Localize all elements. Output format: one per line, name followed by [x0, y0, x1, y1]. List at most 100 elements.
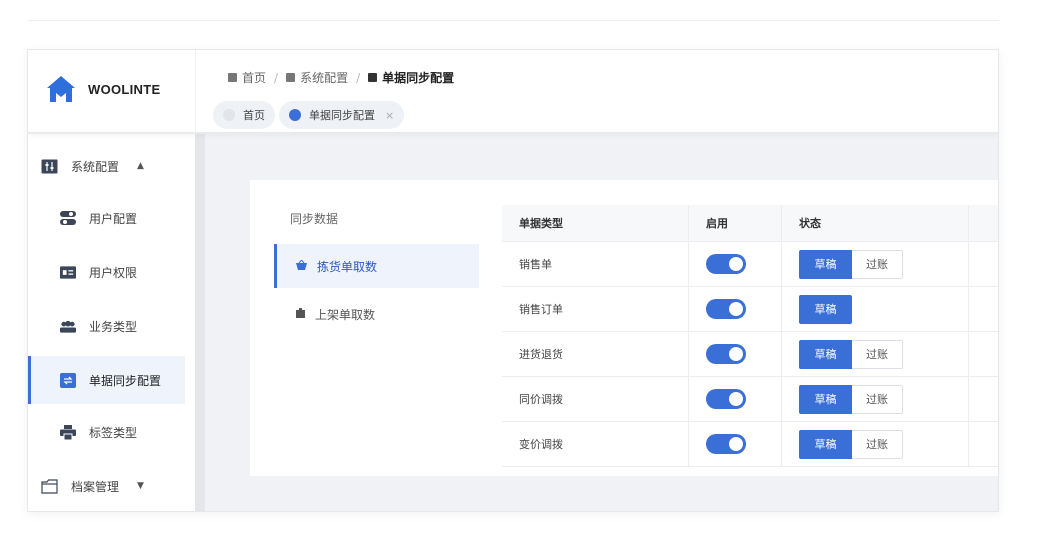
sync-nav-item-picking[interactable]: 拣货单取数	[274, 244, 479, 288]
folder-icon	[41, 478, 58, 494]
sidebar-item-user-permission[interactable]: 用户权限	[28, 248, 185, 296]
sidebar-item-label: 用户权限	[89, 265, 138, 280]
toggle-knob	[729, 437, 743, 451]
house-logo-icon	[47, 76, 75, 102]
enabled-cell	[689, 332, 782, 376]
tab-label: 首页	[243, 109, 265, 122]
status-cell: 草稿 过账	[782, 377, 969, 421]
column-header-status[interactable]: 状态	[782, 205, 969, 241]
post-button[interactable]: 过账	[852, 429, 903, 459]
draft-button[interactable]: 草稿	[799, 294, 852, 324]
tab-label: 单据同步配置	[309, 109, 375, 122]
tab-home[interactable]: 首页	[213, 101, 275, 129]
sidebar: 系统配置 ▲ 用户配置 用户权限 业务类型 单据同步配置 标签类型 档案管理 ▼	[28, 134, 195, 511]
draft-button[interactable]: 草稿	[799, 429, 852, 459]
draft-button[interactable]: 草稿	[799, 249, 852, 279]
enable-toggle[interactable]	[706, 344, 746, 364]
sync-nav-label: 上架单取数	[315, 307, 376, 322]
logo[interactable]: WOOLINTE	[45, 74, 160, 104]
post-button[interactable]: 过账	[852, 249, 903, 279]
sidebar-item-label: 标签类型	[89, 425, 138, 440]
sync-nav-label: 拣货单取数	[317, 259, 378, 274]
post-button[interactable]: 过账	[852, 339, 903, 369]
table-row: 进货退货 草稿 过账	[502, 332, 998, 377]
toggle-icon	[60, 211, 76, 225]
doc-type-cell: 销售单	[502, 242, 689, 286]
box-icon	[296, 307, 305, 321]
breadcrumb: 首页 / 系统配置 / 单据同步配置	[228, 69, 454, 86]
close-icon[interactable]: ×	[385, 109, 394, 122]
breadcrumb-system-config[interactable]: 系统配置	[286, 69, 348, 86]
enable-toggle[interactable]	[706, 299, 746, 319]
sidebar-group-system-config[interactable]: 系统配置 ▲	[28, 146, 195, 186]
breadcrumb-home[interactable]: 首页	[228, 69, 266, 86]
sidebar-item-doc-sync-config[interactable]: 单据同步配置	[28, 356, 185, 404]
sidebar-item-user-config[interactable]: 用户配置	[28, 194, 185, 242]
id-card-icon	[60, 265, 76, 279]
sidebar-group-label: 档案管理	[71, 479, 120, 494]
sliders-icon	[41, 159, 58, 173]
status-segmented: 草稿 过账	[799, 384, 903, 414]
status-cell: 草稿 过账	[782, 422, 969, 466]
sync-icon	[60, 372, 76, 388]
table-row: 变价调拨 草稿 过账	[502, 422, 998, 467]
tab-dot-icon	[223, 109, 235, 121]
column-header-spacer	[969, 205, 986, 241]
breadcrumb-label: 首页	[242, 71, 267, 85]
sidebar-group-label: 系统配置	[71, 159, 120, 174]
top-divider	[28, 20, 999, 21]
tab-doc-sync-config[interactable]: 单据同步配置 ×	[279, 101, 405, 129]
breadcrumb-label: 单据同步配置	[382, 71, 455, 85]
header-divider	[195, 50, 196, 133]
enable-toggle[interactable]	[706, 389, 746, 409]
enabled-cell	[689, 287, 782, 331]
draft-button[interactable]: 草稿	[799, 339, 852, 369]
status-cell: 草稿 过账	[782, 242, 969, 286]
toggle-knob	[729, 257, 743, 271]
post-button[interactable]: 过账	[852, 384, 903, 414]
sidebar-group-archive[interactable]: 档案管理 ▼	[28, 466, 195, 506]
column-header-enabled[interactable]: 启用	[689, 205, 782, 241]
document-icon	[368, 73, 378, 82]
sidebar-item-label: 单据同步配置	[89, 373, 162, 388]
enabled-cell	[689, 422, 782, 466]
users-icon	[60, 319, 76, 333]
draft-button[interactable]: 草稿	[799, 384, 852, 414]
sync-nav-title: 同步数据	[290, 212, 339, 226]
enabled-cell	[689, 242, 782, 286]
sync-nav-item-shelving[interactable]: 上架单取数	[274, 292, 479, 336]
grid-icon	[286, 73, 296, 82]
printer-icon	[60, 424, 76, 440]
caret-up-icon: ▲	[137, 161, 144, 171]
sync-data-nav: 同步数据 拣货单取数 上架单取数	[250, 180, 490, 476]
sidebar-item-business-type[interactable]: 业务类型	[28, 302, 185, 350]
doc-type-cell: 进货退货	[502, 332, 689, 376]
column-header-doc-type[interactable]: 单据类型	[502, 205, 689, 241]
table-row: 销售单 草稿 过账	[502, 242, 998, 287]
status-cell: 草稿 过账	[782, 332, 969, 376]
doc-type-cell: 变价调拨	[502, 422, 689, 466]
toggle-knob	[729, 392, 743, 406]
breadcrumb-label: 系统配置	[300, 71, 349, 85]
enable-toggle[interactable]	[706, 254, 746, 274]
breadcrumb-separator: /	[274, 70, 279, 85]
status-segmented: 草稿 过账	[799, 339, 903, 369]
content-panel: 同步数据 拣货单取数 上架单取数 单据类型 启用 状态 销售单 草稿 过账 销售…	[250, 180, 998, 476]
tab-dot-icon	[289, 109, 301, 121]
table-row: 同价调拨 草稿 过账	[502, 377, 998, 422]
header: WOOLINTE 首页 / 系统配置 / 单据同步配置 首页 单据同步配置 ×	[28, 50, 998, 133]
sidebar-scrollbar[interactable]	[195, 134, 205, 511]
sidebar-item-label: 用户配置	[89, 211, 138, 226]
doc-type-table: 单据类型 启用 状态 销售单 草稿 过账 销售订单 草稿 进货退货 草稿 过账 …	[502, 205, 998, 467]
sidebar-item-label-type[interactable]: 标签类型	[28, 408, 185, 456]
enable-toggle[interactable]	[706, 434, 746, 454]
status-segmented: 草稿 过账	[799, 429, 903, 459]
toggle-knob	[729, 302, 743, 316]
basket-icon	[296, 258, 307, 273]
toggle-knob	[729, 347, 743, 361]
chart-icon	[228, 73, 237, 82]
logo-text: WOOLINTE	[88, 81, 161, 97]
breadcrumb-current: 单据同步配置	[368, 69, 454, 86]
doc-type-cell: 销售订单	[502, 287, 689, 331]
enabled-cell	[689, 377, 782, 421]
